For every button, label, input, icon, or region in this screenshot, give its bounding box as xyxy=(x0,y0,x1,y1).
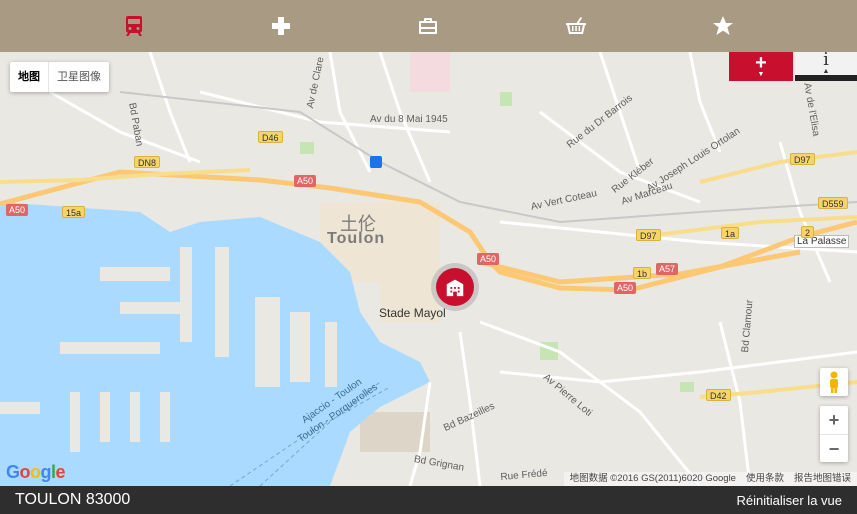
train-icon xyxy=(125,16,142,36)
info-button[interactable]: i ▲ xyxy=(795,52,857,81)
map-attribution: 地图数据 ©2016 GS(2011)6020 Google 使用条款 报告地图… xyxy=(563,472,857,486)
category-health[interactable] xyxy=(261,6,301,46)
zoom-out-button[interactable]: − xyxy=(820,434,848,462)
map-type-control: 地图 卫星图像 xyxy=(10,62,109,92)
add-button[interactable]: + ▼ xyxy=(729,52,793,81)
shield-a50: A50 xyxy=(477,253,500,265)
caret-up-icon: ▲ xyxy=(822,68,830,75)
shopping-basket-icon xyxy=(565,17,586,34)
shield-d97: D97 xyxy=(636,229,661,241)
google-logo[interactable]: Google xyxy=(6,462,66,483)
shield-d42: D42 xyxy=(706,389,731,401)
medical-cross-icon xyxy=(272,17,291,35)
category-favorites[interactable] xyxy=(703,6,743,46)
shield-1a: 1a xyxy=(721,227,740,239)
caret-down-icon: ▼ xyxy=(757,71,765,78)
category-business[interactable] xyxy=(408,6,448,46)
report-error-link[interactable]: 报告地图错误 xyxy=(794,472,851,486)
reset-view-link[interactable]: Réinitialiser la vue xyxy=(737,493,843,508)
category-bar xyxy=(0,0,857,52)
category-transport[interactable] xyxy=(114,6,154,46)
shield-a50: A50 xyxy=(614,282,637,294)
map-type-map-button[interactable]: 地图 xyxy=(10,62,48,92)
footer-bar: TOULON 83000 Réinitialiser la vue xyxy=(0,486,857,514)
label-av-8mai: Av du 8 Mai 1945 xyxy=(370,114,448,125)
map-view[interactable]: 土伦 Toulon Stade Mayol Av du 8 Mai 1945 A… xyxy=(0,52,857,486)
plus-icon: + xyxy=(755,52,767,74)
city-label: TOULON 83000 xyxy=(15,491,131,508)
label-stade: Stade Mayol xyxy=(379,306,446,320)
shield-d46: D46 xyxy=(258,131,283,143)
category-shopping[interactable] xyxy=(556,6,596,46)
shield-15a: 15a xyxy=(62,206,86,218)
info-icon: i xyxy=(823,52,829,70)
street-view-pegman[interactable] xyxy=(820,368,848,396)
shield-d559: D559 xyxy=(818,197,848,209)
shield-a50: A50 xyxy=(294,175,317,187)
shield-dn8: DN8 xyxy=(134,156,161,168)
shield-a57: A57 xyxy=(656,263,679,275)
hotel-marker[interactable] xyxy=(431,263,479,311)
shield-d97: D97 xyxy=(790,153,815,165)
attribution-data: 地图数据 ©2016 GS(2011)6020 Google xyxy=(569,473,736,484)
star-icon xyxy=(713,16,734,35)
briefcase-icon xyxy=(419,18,438,34)
hotel-building-icon xyxy=(446,279,464,297)
terms-link[interactable]: 使用条款 xyxy=(746,472,784,486)
shield-2: 2 xyxy=(801,226,815,238)
shield-a50: A50 xyxy=(6,204,29,216)
zoom-in-button[interactable]: + xyxy=(820,406,848,434)
shield-1b: 1b xyxy=(633,267,652,279)
pegman-icon xyxy=(830,371,838,393)
map-type-satellite-button[interactable]: 卫星图像 xyxy=(48,62,109,92)
label-city: Toulon xyxy=(327,230,386,247)
zoom-control: + − xyxy=(820,406,848,462)
